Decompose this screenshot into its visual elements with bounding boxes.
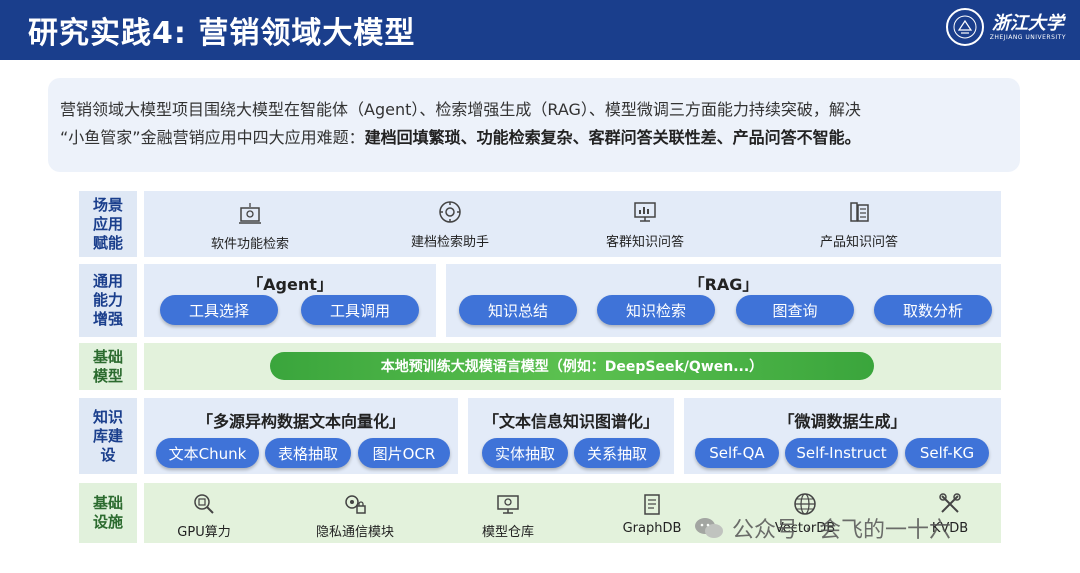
pill-data-analysis: 取数分析 xyxy=(874,295,992,325)
gear-search-icon xyxy=(439,201,461,223)
logo-english-name: ZHEJIANG UNIVERSITY xyxy=(989,33,1066,41)
university-logo: 浙江大学 ZHEJIANG UNIVERSITY xyxy=(945,8,1066,46)
layer-label-infra: 基础 设施 xyxy=(79,483,137,543)
vector-group-title: 「多源异构数据文本向量化」 xyxy=(196,412,405,431)
rag-panel: 「RAG」 知识总结 知识检索 图查询 取数分析 xyxy=(446,264,1001,337)
agent-title: 「Agent」 xyxy=(247,275,333,294)
software-search-icon xyxy=(239,203,261,224)
seal-icon xyxy=(945,8,984,46)
wechat-icon xyxy=(695,518,723,538)
knowledge-group-finetune: 「微调数据生成」 Self-QA Self-Instruct Self-KG xyxy=(684,398,1001,474)
privacy-gear-icon xyxy=(345,495,366,514)
intro-line-2: “小鱼管家”金融营销应用中四大应用难题：建档回填繁琐、功能检索复杂、客群问答关联… xyxy=(60,124,1010,152)
pill-knowledge-search: 知识检索 xyxy=(597,295,715,325)
infra-item-graphdb: GraphDB xyxy=(597,491,707,536)
layer-label-base-model: 基础 模型 xyxy=(79,343,137,390)
pill-graph-query: 图查询 xyxy=(736,295,854,325)
base-model-bar: 本地预训练大规模语言模型（例如：DeepSeek/Qwen...） xyxy=(270,352,874,380)
scene-item-customer-qa: 客群知识问答 xyxy=(570,199,720,250)
scene-item-product-qa: 产品知识问答 xyxy=(784,199,934,250)
scene-item-label: 软件功能检索 xyxy=(210,237,289,252)
scene-item-label: 产品知识问答 xyxy=(819,235,898,250)
page-title: 研究实践4: 营销领域大模型 xyxy=(28,16,416,51)
pill-self-qa: Self-QA xyxy=(695,438,779,468)
pill-table-extract: 表格抽取 xyxy=(265,438,351,468)
layer-label-knowledge: 知识 库建 设 xyxy=(79,398,137,474)
knowledge-group-graph: 「文本信息知识图谱化」 实体抽取 关系抽取 xyxy=(468,398,674,474)
graph-group-title: 「文本信息知识图谱化」 xyxy=(482,412,659,431)
intro-text: 营销领域大模型项目围绕大模型在智能体（Agent）、检索增强生成（RAG）、模型… xyxy=(60,96,1010,152)
layer-label-scene: 场景 应用 赋能 xyxy=(79,191,137,257)
knowledge-group-vector: 「多源异构数据文本向量化」 文本Chunk 表格抽取 图片OCR xyxy=(144,398,458,474)
scene-item-label: 建档检索助手 xyxy=(410,235,489,250)
infra-item-label: GPU算力 xyxy=(177,525,231,540)
infra-item-label: 隐私通信模块 xyxy=(315,525,394,540)
scene-item-software-search: 软件功能检索 xyxy=(175,201,325,252)
intro-line-1: 营销领域大模型项目围绕大模型在智能体（Agent）、检索增强生成（RAG）、模型… xyxy=(60,100,861,119)
infra-item-label: GraphDB xyxy=(622,521,682,536)
model-repo-icon xyxy=(497,495,519,514)
pill-self-instruct: Self-Instruct xyxy=(785,438,898,468)
pill-tool-select: 工具选择 xyxy=(160,295,278,325)
pill-entity-extract: 实体抽取 xyxy=(482,438,568,468)
intro-line-2-prefix: “小鱼管家”金融营销应用中四大应用难题： xyxy=(60,128,365,147)
scene-item-label: 客群知识问答 xyxy=(605,235,684,250)
infra-item-privacy: 隐私通信模块 xyxy=(300,491,410,540)
monitor-chart-icon xyxy=(634,202,656,222)
scene-panel: 软件功能检索 建档检索助手 客群知识问答 产品知识问答 xyxy=(144,191,1001,257)
wechat-watermark: 公众号 · 会飞的一十六 xyxy=(694,512,951,544)
watermark-text: 公众号 · 会飞的一十六 xyxy=(732,518,951,543)
pill-image-ocr: 图片OCR xyxy=(358,438,450,468)
infra-item-model-repo: 模型仓库 xyxy=(453,491,563,540)
pill-relation-extract: 关系抽取 xyxy=(574,438,660,468)
phone-doc-icon xyxy=(850,202,869,222)
pill-knowledge-summary: 知识总结 xyxy=(459,295,577,325)
infra-item-label: 模型仓库 xyxy=(481,525,534,540)
gpu-icon xyxy=(194,494,214,514)
scene-item-archive-assistant: 建档检索助手 xyxy=(375,199,525,250)
finetune-group-title: 「微调数据生成」 xyxy=(778,412,907,431)
intro-line-2-bold: 建档回填繁琐、功能检索复杂、客群问答关联性差、产品问答不智能。 xyxy=(364,128,861,147)
pill-text-chunk: 文本Chunk xyxy=(156,438,259,468)
layer-label-general: 通用 能力 增强 xyxy=(79,264,137,337)
graphdb-icon xyxy=(644,494,660,515)
logo-chinese-name: 浙江大学 xyxy=(991,12,1064,34)
agent-panel: 「Agent」 工具选择 工具调用 xyxy=(144,264,436,337)
pill-tool-call: 工具调用 xyxy=(301,295,419,325)
infra-item-gpu: GPU算力 xyxy=(149,491,259,540)
rag-title: 「RAG」 xyxy=(688,275,759,294)
pill-self-kg: Self-KG xyxy=(905,438,989,468)
